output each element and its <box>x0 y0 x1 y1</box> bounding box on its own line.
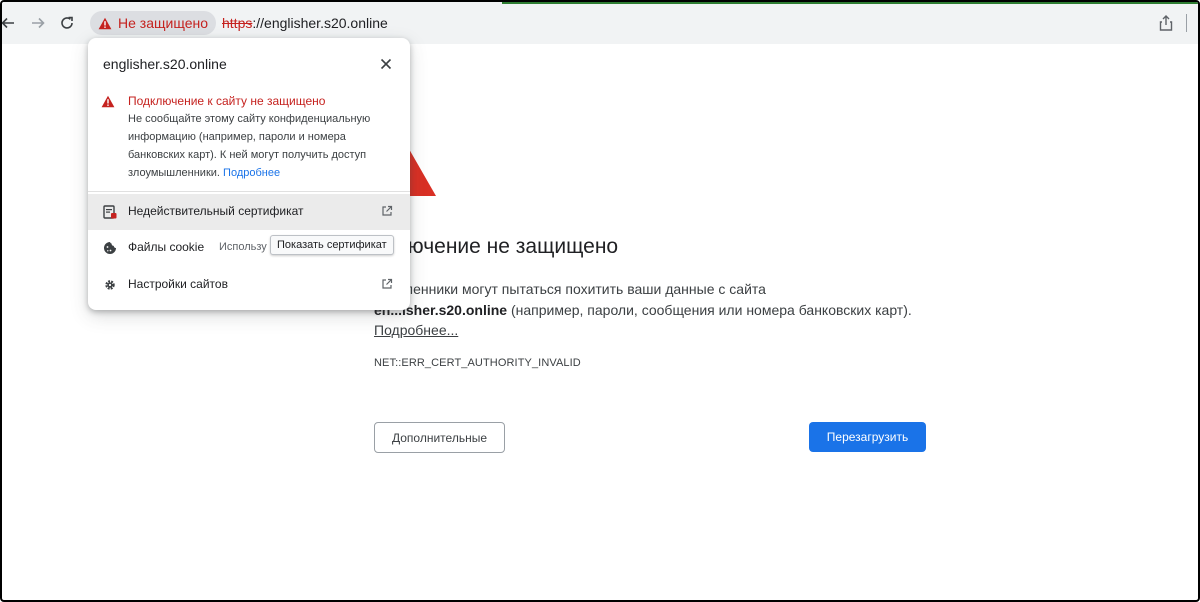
url-host: ://englisher.s20.online <box>252 15 388 31</box>
popup-item-site-settings[interactable]: Настройки сайтов <box>88 267 410 303</box>
popup-item-label: Недействительный сертификат <box>128 204 304 218</box>
arrow-right-icon <box>32 17 45 29</box>
reload-icon <box>61 16 73 29</box>
certificate-icon <box>103 205 117 219</box>
security-chip-label: Не защищено <box>118 15 208 31</box>
advanced-button[interactable]: Дополнительные <box>374 422 505 453</box>
popup-learn-more-link[interactable]: Подробнее <box>223 167 280 179</box>
popup-item-label: Настройки сайтов <box>128 277 228 291</box>
share-icon[interactable] <box>1159 15 1173 31</box>
popup-item-sublabel: Использу <box>219 241 267 253</box>
gear-icon <box>105 280 115 290</box>
loading-bar <box>502 2 1198 4</box>
back-button[interactable] <box>2 13 18 33</box>
error-description: мышленники могут пытаться похитить ваши … <box>374 279 954 321</box>
browser-window: Не защищено https://englisher.s20.online… <box>0 0 1200 602</box>
popup-item-label: Файлы cookie <box>128 240 205 254</box>
popup-item-certificate[interactable]: Недействительный сертификат <box>88 194 410 230</box>
toolbar-divider <box>1186 14 1187 32</box>
url-scheme: https <box>222 15 253 31</box>
popup-warning-body: Не сообщайте этому сайту конфиденциальну… <box>128 110 398 182</box>
cookie-icon <box>104 242 116 254</box>
url-text[interactable]: https://englisher.s20.online <box>222 15 388 31</box>
certificate-tooltip: Показать сертификат <box>270 235 394 255</box>
site-info-popup: englisher.s20.online Подключение к сайту… <box>88 38 410 310</box>
popup-warning-title: Подключение к сайту не защищено <box>128 94 326 108</box>
security-chip[interactable]: Не защищено <box>90 11 216 35</box>
page-title: дключение не защищено <box>374 235 619 258</box>
arrow-left-icon <box>2 17 14 29</box>
popup-divider <box>88 191 410 192</box>
warning-triangle-icon <box>101 95 115 108</box>
close-icon[interactable] <box>378 56 394 72</box>
error-description-line1: мышленники могут пытаться похитить ваши … <box>374 281 766 297</box>
popup-host: englisher.s20.online <box>103 56 227 72</box>
learn-more-link[interactable]: Подробнее... <box>374 322 458 338</box>
reload-button[interactable]: Перезагрузить <box>809 422 926 452</box>
external-link-icon[interactable] <box>381 205 393 217</box>
external-link-icon[interactable] <box>381 278 393 290</box>
error-description-line2: (например, пароли, сообщения или номера … <box>507 302 912 318</box>
reload-toolbar-button[interactable] <box>57 13 77 33</box>
error-code: NET::ERR_CERT_AUTHORITY_INVALID <box>374 357 581 369</box>
warning-triangle-icon <box>98 17 112 29</box>
forward-button[interactable] <box>28 13 48 33</box>
